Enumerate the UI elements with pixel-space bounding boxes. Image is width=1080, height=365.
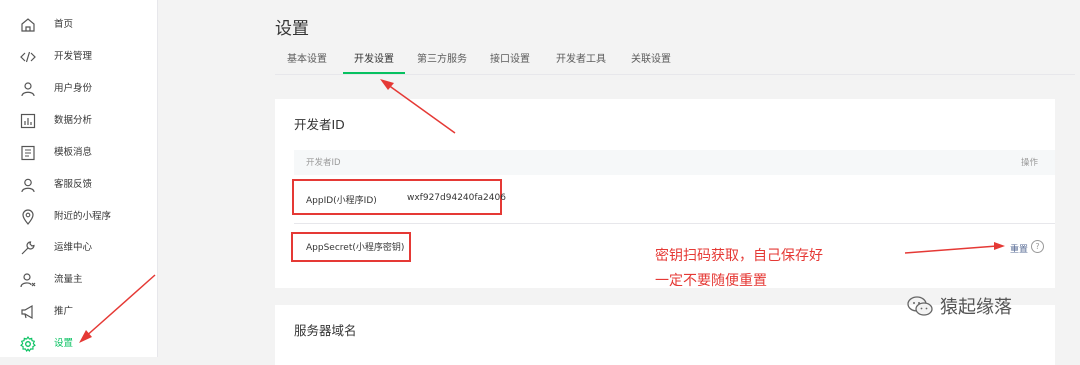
wrench-icon (21, 241, 35, 255)
tab-api-settings[interactable]: 接口设置 (489, 48, 531, 72)
sidebar-item-label: 客服反馈 (54, 179, 93, 190)
sidebar-item-promotion[interactable]: 推广 (0, 296, 157, 328)
sidebar-item-label: 开发管理 (54, 51, 93, 62)
template-icon (21, 145, 35, 161)
tab-dev-settings[interactable]: 开发设置 (343, 48, 405, 74)
home-icon (21, 18, 35, 32)
watermark: 猿起缘落 (906, 293, 1012, 319)
sidebar-item-label: 运维中心 (54, 242, 93, 253)
wechat-icon (907, 296, 933, 316)
sidebar-item-label: 推广 (54, 306, 74, 317)
sidebar-item-home[interactable]: 首页 (0, 9, 157, 41)
traffic-icon (20, 273, 36, 288)
appid-value[interactable]: wxf927d94240fa2406 (407, 193, 506, 203)
sidebar-item-data-analysis[interactable]: 数据分析 (0, 105, 157, 137)
megaphone-icon (21, 304, 33, 320)
card-title: 服务器域名 (294, 323, 357, 338)
sidebar-item-traffic-master[interactable]: 流量主 (0, 264, 157, 296)
location-icon (22, 209, 34, 225)
sidebar-item-settings[interactable]: 设置 (0, 328, 157, 360)
annotation-text-line2: 一定不要随便重置 (655, 273, 767, 289)
help-icon[interactable]: ? (1031, 240, 1044, 253)
appid-label: AppID(小程序ID) (306, 196, 377, 206)
sidebar-item-label: 数据分析 (54, 115, 93, 126)
tab-third-party[interactable]: 第三方服务 (416, 48, 468, 72)
sidebar-item-label: 模板消息 (54, 147, 93, 158)
sidebar-item-user-identity[interactable]: 用户身份 (0, 73, 157, 105)
tab-basic-settings[interactable]: 基本设置 (286, 48, 328, 72)
sidebar-item-label: 首页 (54, 19, 74, 30)
sidebar-item-label: 流量主 (54, 274, 83, 285)
sidebar-item-ops-center[interactable]: 运维中心 (0, 232, 157, 264)
annotation-text-line1: 密钥扫码获取，自己保存好 (655, 248, 823, 264)
code-icon (20, 51, 36, 63)
column-header-actions: 操作 (1020, 158, 1038, 168)
sidebar-item-label: 附近的小程序 (54, 211, 112, 222)
reset-link[interactable]: 重置 (1010, 242, 1028, 255)
tab-dev-tools[interactable]: 开发者工具 (555, 48, 607, 72)
chart-icon (20, 113, 36, 129)
card-title: 开发者ID (294, 117, 345, 132)
table-header: 开发者ID 操作 (294, 150, 1055, 175)
sidebar-item-template-messages[interactable]: 模板消息 (0, 137, 157, 169)
sidebar-item-customer-feedback[interactable]: 客服反馈 (0, 169, 157, 201)
user-icon (21, 82, 35, 97)
sidebar-item-dev-management[interactable]: 开发管理 (0, 41, 157, 73)
column-header-dev-id: 开发者ID (306, 158, 341, 168)
sidebar-item-nearby-miniprogram[interactable]: 附近的小程序 (0, 201, 157, 233)
tab-linked-settings[interactable]: 关联设置 (630, 48, 672, 72)
sidebar-item-label: 用户身份 (54, 83, 93, 94)
sidebar-item-label: 设置 (54, 338, 74, 349)
support-icon (21, 178, 35, 193)
page-title: 设置 (275, 19, 309, 39)
settings-tabs: 基本设置 开发设置 第三方服务 接口设置 开发者工具 关联设置 (275, 48, 1075, 75)
appsecret-label: AppSecret(小程序密钥) (306, 243, 405, 253)
watermark-text: 猿起缘落 (940, 297, 1012, 318)
sidebar: 首页 开发管理 用户身份 数据分析 模板消息 客服反馈 附近的小程序 运维中心 … (0, 0, 158, 357)
gear-icon (20, 336, 36, 352)
